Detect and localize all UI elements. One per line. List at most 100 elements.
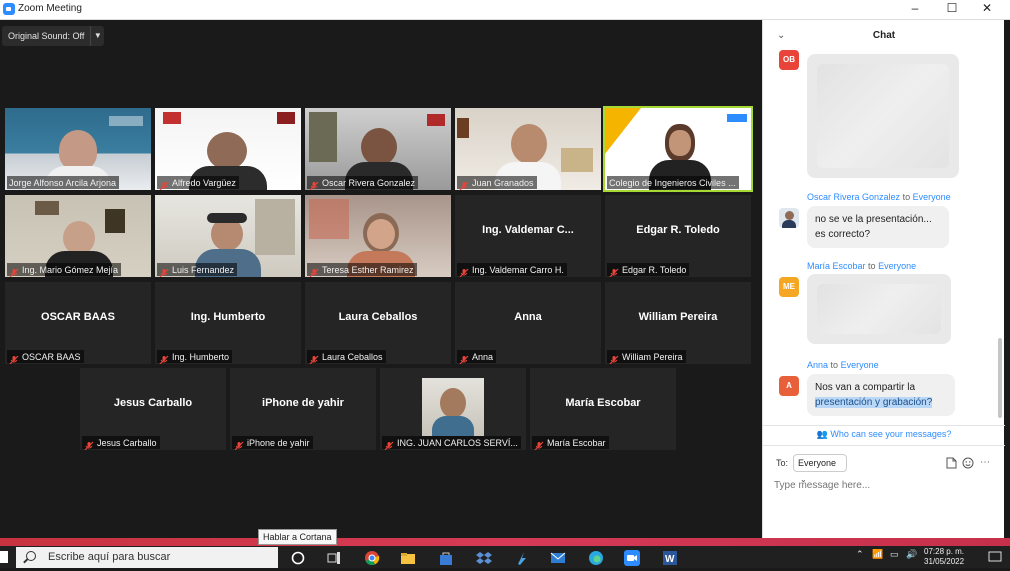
muted-mic-icon	[159, 265, 169, 277]
edge-icon[interactable]	[588, 550, 604, 566]
taskbar-clock[interactable]: 07:28 p. m. 31/05/2022	[924, 547, 964, 567]
chat-message-input[interactable]	[774, 477, 994, 493]
chevron-down-icon[interactable]: ▼	[90, 26, 104, 46]
emoji-icon[interactable]	[962, 457, 974, 469]
chat-header: ⌄ Chat	[763, 20, 1005, 52]
participant-tile-active-speaker[interactable]: Colegio de Ingenieros Civiles ...	[603, 106, 753, 192]
close-button[interactable]: ✕	[970, 0, 1004, 18]
search-icon	[26, 551, 36, 561]
who-can-see-text: Who can see your messages?	[830, 429, 952, 439]
file-icon[interactable]	[945, 457, 957, 469]
participant-name: Oscar Rivera Gonzalez	[322, 177, 416, 188]
people-icon: 👥	[816, 429, 828, 439]
participant-display-name: iPhone de yahir	[262, 397, 344, 409]
zoom-taskbar-icon[interactable]	[624, 550, 640, 566]
sender-name[interactable]: Anna	[807, 360, 828, 370]
participant-tile[interactable]: Ing. Valdemar C... Ing. Valdemar Carro H…	[455, 195, 601, 277]
participant-tile[interactable]: Alfredo Vargüez	[155, 108, 301, 190]
participant-tile[interactable]: Ing. Humberto Ing. Humberto	[155, 282, 301, 364]
clock-date: 31/05/2022	[924, 557, 965, 566]
participant-tile[interactable]: María Escobar María Escobar	[530, 368, 676, 450]
muted-mic-icon	[159, 352, 169, 364]
participant-tile[interactable]: ING. JUAN CARLOS SERVÍ...	[380, 368, 526, 450]
original-sound-label: Original Sound: Off	[8, 31, 85, 41]
message-text: Nos van a compartir la	[815, 382, 916, 393]
recipient-select[interactable]: Everyone ⌄	[793, 454, 847, 484]
avatar: OB	[779, 50, 799, 70]
participant-tile[interactable]: Edgar R. Toledo Edgar R. Toledo	[605, 195, 751, 277]
participant-tile[interactable]: Juan Granados	[455, 108, 601, 190]
battery-icon[interactable]: ▭	[890, 549, 899, 560]
taskbar-search[interactable]: Escribe aquí para buscar	[16, 547, 278, 568]
muted-mic-icon	[459, 178, 469, 190]
svg-text:W: W	[665, 554, 675, 565]
mail-icon[interactable]	[550, 550, 566, 566]
participant-name-label: Alfredo Vargüez	[157, 176, 239, 190]
participant-name-label: Anna	[457, 350, 497, 364]
participant-display-name: María Escobar	[565, 397, 641, 409]
participant-name: OSCAR BAAS	[22, 351, 81, 362]
avatar	[779, 208, 799, 228]
participant-tile[interactable]: Jorge Alfonso Arcila Arjona	[5, 108, 151, 190]
participant-tile[interactable]: Laura Ceballos Laura Ceballos	[305, 282, 451, 364]
cortana-icon[interactable]	[290, 550, 306, 566]
who-can-see-link[interactable]: 👥 Who can see your messages?	[763, 429, 1005, 440]
app-icon[interactable]	[514, 550, 530, 566]
notifications-icon[interactable]	[988, 550, 1004, 566]
title-bar: Zoom Meeting – ☐ ✕	[0, 0, 1010, 20]
cortana-tooltip: Hablar a Cortana	[258, 529, 337, 545]
start-button[interactable]	[0, 551, 8, 563]
dropbox-icon[interactable]	[476, 550, 492, 566]
message-sender-line: Oscar Rivera Gonzalez to Everyone	[807, 192, 951, 202]
word-icon[interactable]: W	[662, 550, 678, 566]
task-view-icon[interactable]	[326, 550, 342, 566]
blurred-message	[807, 274, 951, 344]
chrome-icon[interactable]	[364, 550, 380, 566]
participant-name-label: Juan Granados	[457, 176, 537, 190]
sender-name[interactable]: Oscar Rivera Gonzalez	[807, 192, 900, 202]
original-sound-toggle[interactable]: Original Sound: Off ▼	[2, 26, 105, 46]
participant-name-label: Ing. Mario Gómez Mejía	[7, 263, 122, 277]
muted-mic-icon	[84, 438, 94, 450]
avatar: A	[779, 376, 799, 396]
participant-tile[interactable]: Jesus Carballo Jesus Carballo	[80, 368, 226, 450]
participant-tile[interactable]: Oscar Rivera Gonzalez	[305, 108, 451, 190]
participant-name: Edgar R. Toledo	[622, 264, 687, 275]
minimize-button[interactable]: –	[898, 0, 932, 18]
participant-name: Anna	[472, 351, 494, 362]
participant-tile[interactable]: Luis Fernandez	[155, 195, 301, 277]
chevron-up-icon[interactable]: ⌃	[856, 549, 864, 560]
muted-mic-icon	[459, 265, 469, 277]
participant-name: ING. JUAN CARLOS SERVÍ...	[397, 437, 518, 448]
participant-display-name: Laura Ceballos	[338, 311, 418, 323]
participant-name: Juan Granados	[472, 177, 534, 188]
participant-name-label: Laura Ceballos	[307, 350, 386, 364]
participant-name-label: OSCAR BAAS	[7, 350, 84, 364]
store-icon[interactable]	[438, 550, 454, 566]
participant-tile[interactable]: OSCAR BAAS OSCAR BAAS	[5, 282, 151, 364]
chat-title: Chat	[872, 30, 896, 41]
participant-tile[interactable]: Anna Anna	[455, 282, 601, 364]
to-word: to	[868, 261, 876, 271]
sender-name[interactable]: María Escobar	[807, 261, 866, 271]
volume-icon[interactable]: 🔊	[906, 549, 917, 560]
more-options-icon[interactable]: ⋯	[979, 457, 991, 469]
message-bubble: Nos van a compartir la presentación y gr…	[807, 374, 955, 416]
participant-tile[interactable]: Ing. Mario Gómez Mejía	[5, 195, 151, 277]
participant-name-label: ING. JUAN CARLOS SERVÍ...	[382, 436, 521, 450]
chat-scrollbar[interactable]	[998, 338, 1002, 418]
participant-name-label: Ing. Valdemar Carro H.	[457, 263, 567, 277]
maximize-button[interactable]: ☐	[935, 0, 969, 18]
muted-mic-icon	[609, 265, 619, 277]
file-explorer-icon[interactable]	[400, 550, 416, 566]
muted-mic-icon	[459, 352, 469, 364]
participant-tile[interactable]: Teresa Esther Ramirez	[305, 195, 451, 277]
muted-mic-icon	[159, 178, 169, 190]
participant-display-name: Jesus Carballo	[113, 397, 193, 409]
network-icon[interactable]: 📶	[872, 549, 883, 560]
participant-name-label: iPhone de yahir	[232, 436, 313, 450]
muted-mic-icon	[384, 438, 394, 450]
muted-mic-icon	[309, 178, 319, 190]
participant-tile[interactable]: iPhone de yahir iPhone de yahir	[230, 368, 376, 450]
participant-tile[interactable]: William Pereira William Pereira	[605, 282, 751, 364]
